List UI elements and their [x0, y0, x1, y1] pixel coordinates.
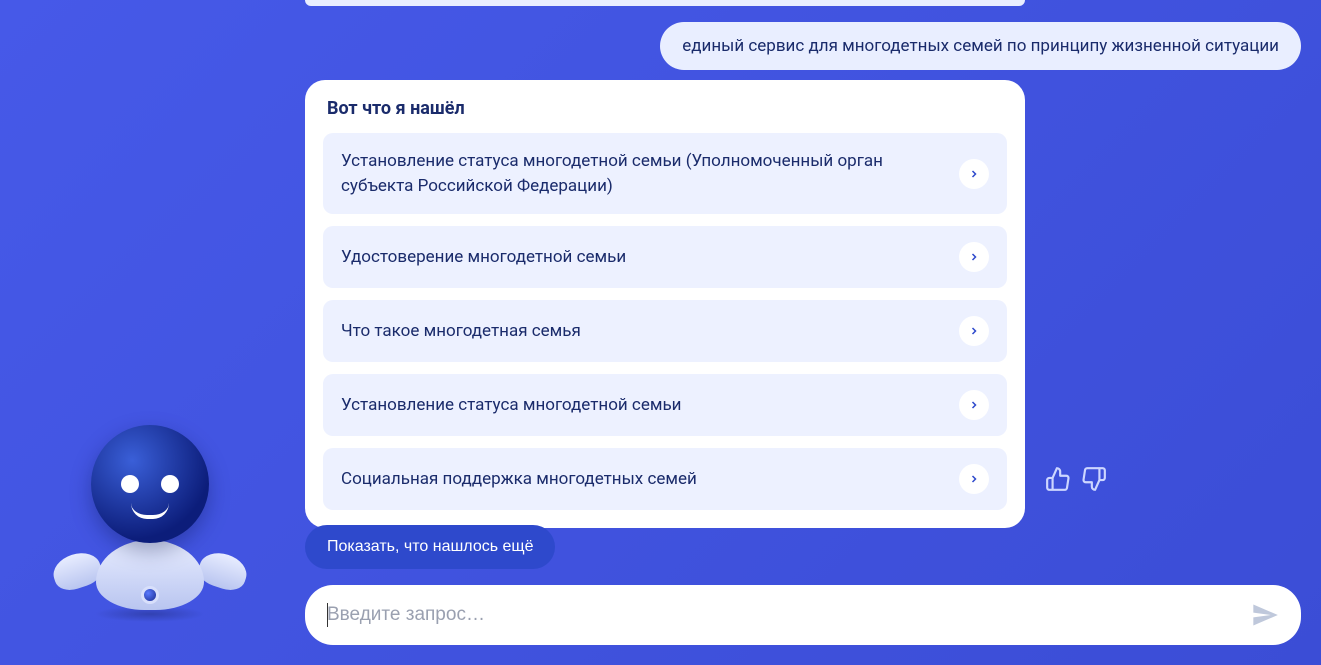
bot-response-card: Вот что я нашёл Установление статуса мно…: [305, 80, 1025, 528]
previous-message-edge: [305, 0, 1025, 6]
input-bar: [305, 585, 1301, 645]
result-item-3[interactable]: Установление статуса многодетной семьи: [323, 374, 1007, 436]
result-text: Удостоверение многодетной семьи: [341, 245, 959, 270]
thumbs-up-icon[interactable]: [1045, 466, 1071, 492]
feedback-actions: [1045, 466, 1107, 492]
text-cursor: [327, 603, 328, 627]
result-text: Установление статуса многодетной семьи (…: [341, 149, 959, 198]
result-item-0[interactable]: Установление статуса многодетной семьи (…: [323, 133, 1007, 214]
show-more-button[interactable]: Показать, что нашлось ещё: [305, 525, 555, 569]
result-item-2[interactable]: Что такое многодетная семья: [323, 300, 1007, 362]
thumbs-down-icon[interactable]: [1081, 466, 1107, 492]
message-input[interactable]: [327, 604, 1251, 626]
result-item-1[interactable]: Удостоверение многодетной семьи: [323, 226, 1007, 288]
chevron-right-icon: [959, 464, 989, 494]
result-item-4[interactable]: Социальная поддержка многодетных семей: [323, 448, 1007, 510]
chat-area: единый сервис для многодетных семей по п…: [305, 0, 1301, 665]
result-text: Установление статуса многодетной семьи: [341, 393, 959, 418]
user-message-text: единый сервис для многодетных семей по п…: [682, 36, 1279, 56]
result-text: Что такое многодетная семья: [341, 319, 959, 344]
bot-heading: Вот что я нашёл: [323, 98, 1007, 119]
chevron-right-icon: [959, 159, 989, 189]
bot-avatar: [55, 425, 245, 620]
chevron-right-icon: [959, 242, 989, 272]
user-message: единый сервис для многодетных семей по п…: [660, 22, 1301, 70]
result-text: Социальная поддержка многодетных семей: [341, 467, 959, 492]
chevron-right-icon: [959, 390, 989, 420]
send-icon[interactable]: [1251, 601, 1279, 629]
chevron-right-icon: [959, 316, 989, 346]
